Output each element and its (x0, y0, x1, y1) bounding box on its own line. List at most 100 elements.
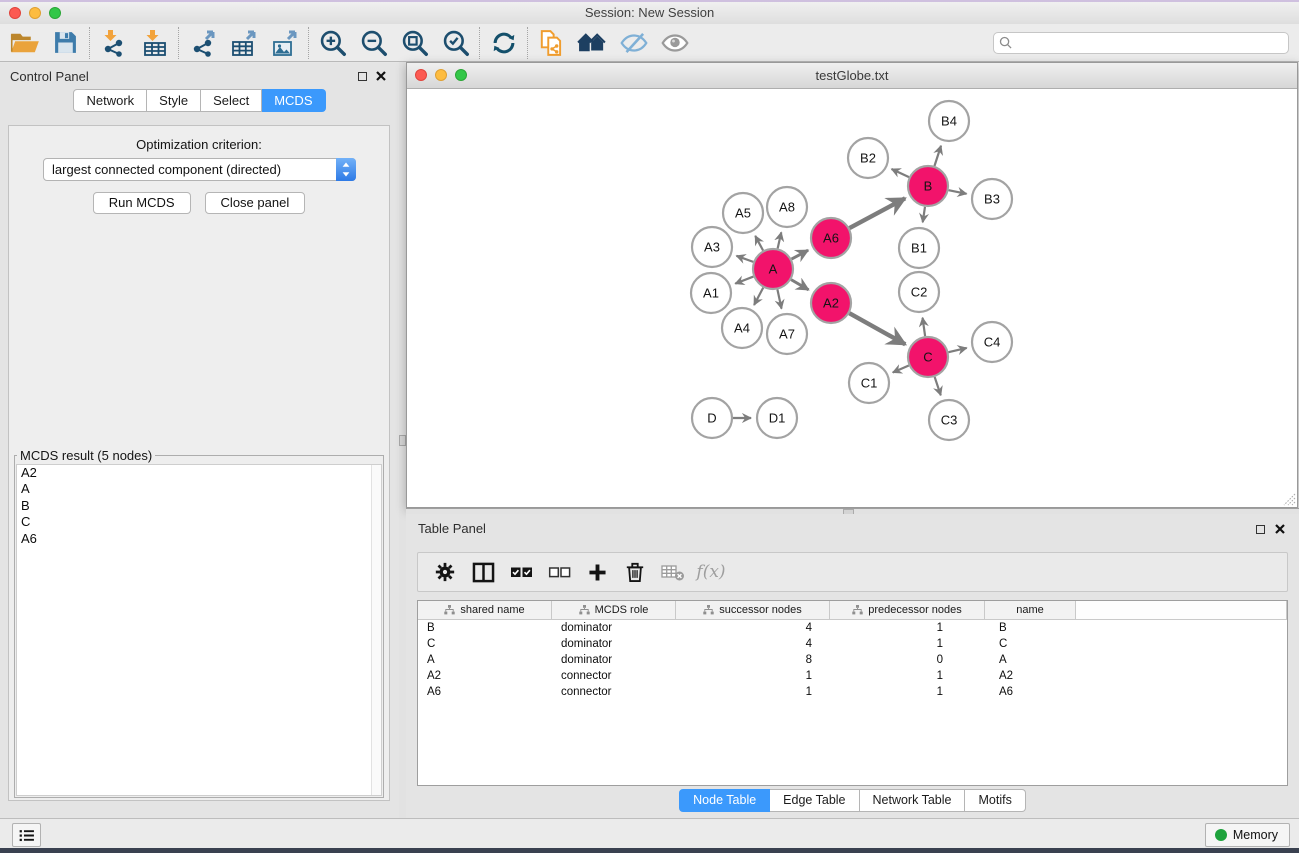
graph-edge-B-B2[interactable] (892, 169, 909, 177)
graph-node-A7[interactable]: A7 (767, 314, 807, 354)
table-cell[interactable]: B (418, 620, 552, 636)
table-cell[interactable]: 1 (676, 684, 830, 700)
table-cell[interactable]: dominator (552, 620, 676, 636)
node-table[interactable]: shared nameMCDS rolesuccessor nodesprede… (417, 600, 1288, 786)
tab-style[interactable]: Style (147, 89, 201, 112)
graph-node-B4[interactable]: B4 (929, 101, 969, 141)
hide-graphics-details-button[interactable] (613, 26, 654, 60)
graph-node-B[interactable]: B (908, 166, 948, 206)
export-table-button[interactable] (223, 26, 264, 60)
graph-node-A2[interactable]: A2 (811, 283, 851, 323)
memory-button[interactable]: Memory (1205, 823, 1290, 847)
graph-edge-A-A8[interactable] (778, 232, 782, 248)
open-session-button[interactable] (4, 26, 45, 60)
graph-node-A1[interactable]: A1 (691, 273, 731, 313)
show-task-history-button[interactable] (12, 823, 41, 847)
close-panel-button[interactable]: Close panel (205, 192, 306, 214)
show-graphics-details-button[interactable] (654, 26, 695, 60)
graph-node-A6[interactable]: A6 (811, 218, 851, 258)
graph-edge-A-A4[interactable] (754, 288, 763, 305)
table-cell[interactable]: A (985, 652, 1076, 668)
mcds-result-item[interactable]: A (17, 481, 381, 497)
table-cell[interactable]: A6 (985, 684, 1076, 700)
table-row[interactable]: Cdominator41C (418, 636, 1287, 652)
mcds-result-item[interactable]: B (17, 498, 381, 514)
apply-function-button[interactable]: f(x) (692, 555, 730, 589)
graph-node-A[interactable]: A (753, 249, 793, 289)
run-mcds-button[interactable]: Run MCDS (93, 192, 191, 214)
minimize-window-button[interactable] (29, 7, 41, 19)
network-window-titlebar[interactable]: testGlobe.txt (407, 63, 1297, 89)
table-row[interactable]: A6connector11A6 (418, 684, 1287, 700)
table-cell[interactable]: 1 (830, 620, 985, 636)
graph-node-C[interactable]: C (908, 337, 948, 377)
vertical-splitter[interactable] (399, 62, 406, 818)
network-minimize-button[interactable] (435, 69, 447, 81)
table-cell[interactable]: dominator (552, 636, 676, 652)
zoom-in-button[interactable] (312, 26, 353, 60)
close-panel-icon[interactable] (376, 71, 386, 81)
import-network-button[interactable] (93, 26, 134, 60)
mcds-result-item[interactable]: C (17, 514, 381, 530)
optimization-select[interactable]: largest connected component (directed) (43, 158, 356, 181)
table-cell[interactable]: 8 (676, 652, 830, 668)
table-cell[interactable]: 1 (830, 684, 985, 700)
column-header-shared-name[interactable]: shared name (418, 601, 552, 619)
graph-edge-A2-C[interactable] (849, 313, 905, 344)
tab-mcds[interactable]: MCDS (262, 89, 325, 112)
tab-node-table[interactable]: Node Table (679, 789, 770, 812)
graph-node-C2[interactable]: C2 (899, 272, 939, 312)
table-cell[interactable]: A6 (418, 684, 552, 700)
splitter-handle[interactable] (399, 435, 406, 446)
search-input[interactable] (993, 32, 1289, 54)
graph-edge-A-A6[interactable] (792, 250, 809, 259)
reset-panels-home-button[interactable] (572, 26, 613, 60)
table-cell[interactable]: connector (552, 684, 676, 700)
table-row[interactable]: Bdominator41B (418, 620, 1287, 636)
tab-network-table[interactable]: Network Table (860, 789, 966, 812)
graph-edge-A-A1[interactable] (735, 277, 753, 284)
table-cell[interactable]: A2 (985, 668, 1076, 684)
close-panel-icon[interactable] (1275, 524, 1285, 534)
zoom-out-button[interactable] (353, 26, 394, 60)
table-cell[interactable]: C (418, 636, 552, 652)
table-cell[interactable]: A (418, 652, 552, 668)
zoom-fit-button[interactable] (394, 26, 435, 60)
close-window-button[interactable] (9, 7, 21, 19)
float-panel-icon[interactable] (358, 72, 367, 81)
export-network-button[interactable] (182, 26, 223, 60)
tab-motifs[interactable]: Motifs (965, 789, 1025, 812)
graph-edge-C-C2[interactable] (923, 318, 926, 336)
zoom-window-button[interactable] (49, 7, 61, 19)
graph-node-D[interactable]: D (692, 398, 732, 438)
graph-edge-C-C4[interactable] (948, 348, 966, 352)
column-header-name[interactable]: name (985, 601, 1076, 619)
table-cell[interactable]: C (985, 636, 1076, 652)
graph-edge-A-A2[interactable] (791, 280, 808, 290)
graph-edge-B-B3[interactable] (949, 190, 967, 194)
result-scrollbar[interactable] (371, 465, 381, 795)
column-header-mcds-role[interactable]: MCDS role (552, 601, 676, 619)
network-canvas[interactable]: B4B2BB3A8A5A6A3B1AC2A1A2A4A7C4CC1DD1C3 (407, 89, 1297, 507)
save-session-button[interactable] (45, 26, 86, 60)
graph-node-A4[interactable]: A4 (722, 308, 762, 348)
table-cell[interactable]: 4 (676, 636, 830, 652)
graph-node-C4[interactable]: C4 (972, 322, 1012, 362)
graph-edge-B-B4[interactable] (934, 146, 941, 166)
table-cell[interactable]: 1 (830, 636, 985, 652)
table-cell[interactable]: connector (552, 668, 676, 684)
deselect-all-button[interactable] (540, 555, 578, 589)
table-row[interactable]: A2connector11A2 (418, 668, 1287, 684)
graph-node-A3[interactable]: A3 (692, 227, 732, 267)
table-cell[interactable]: 0 (830, 652, 985, 668)
delete-table-button[interactable] (654, 555, 692, 589)
graph-node-B2[interactable]: B2 (848, 138, 888, 178)
float-panel-icon[interactable] (1256, 525, 1265, 534)
graph-edge-A6-B[interactable] (850, 198, 906, 228)
graph-edge-A-A5[interactable] (755, 236, 763, 251)
zoom-selected-button[interactable] (435, 26, 476, 60)
export-image-button[interactable] (264, 26, 305, 60)
table-cell[interactable]: 4 (676, 620, 830, 636)
table-cell[interactable]: B (985, 620, 1076, 636)
graph-edge-B-B1[interactable] (923, 207, 925, 222)
